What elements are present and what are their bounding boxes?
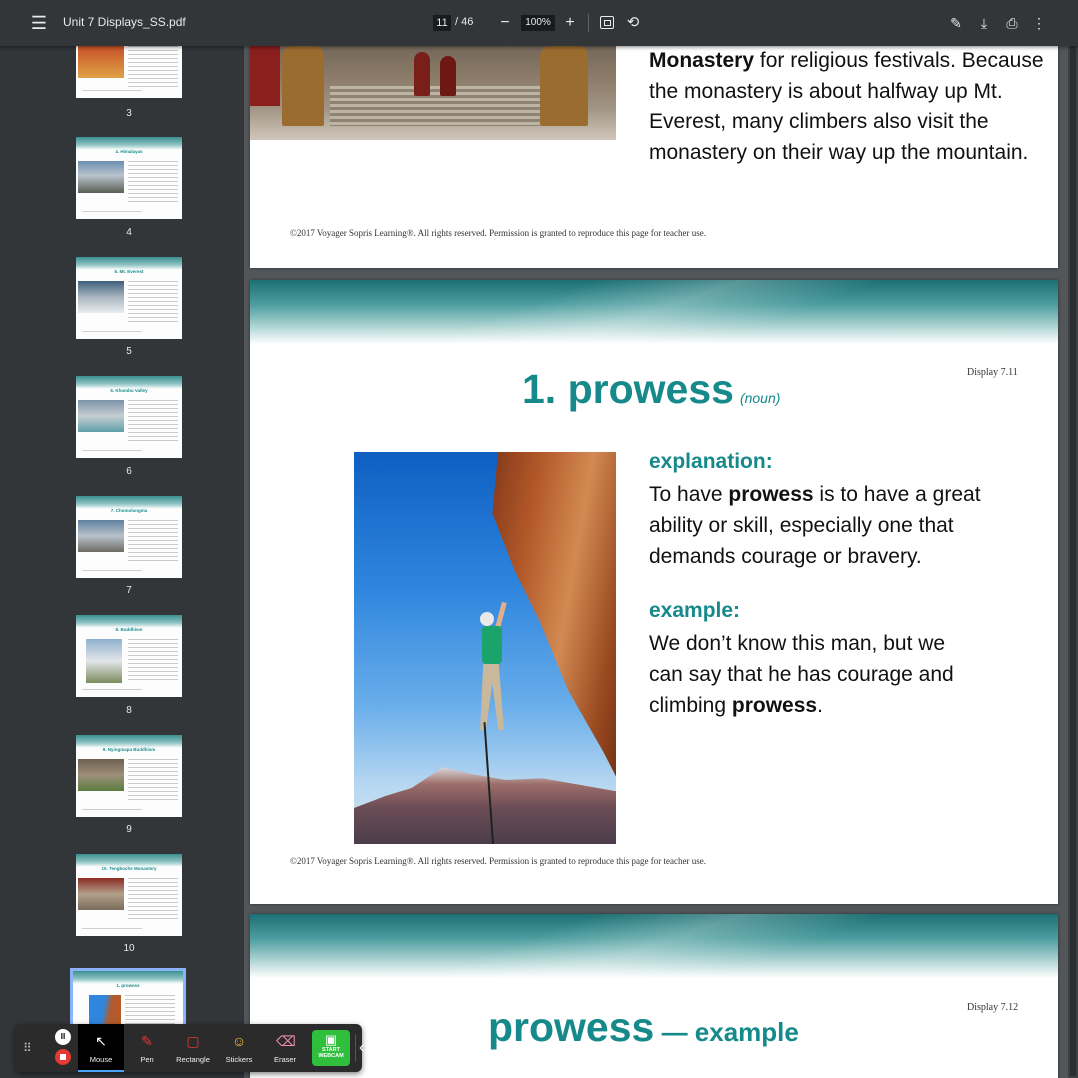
vocabulary-word: 1. prowess (noun) (522, 366, 781, 412)
page-body-text: Monastery for religious festivals. Becau… (649, 49, 1044, 164)
thumbnail-title: 8. Buddhism (115, 627, 143, 632)
copyright-footer: ©2017 Voyager Sopris Learning®. All righ… (290, 856, 706, 866)
teal-banner (250, 280, 1058, 344)
explanation-label: explanation: (649, 450, 773, 473)
thumbnail-title: 4. Himalayas (115, 149, 143, 154)
example-label: example: (649, 599, 741, 622)
file-title: Unit 7 Displays_SS.pdf (63, 15, 186, 29)
display-number: Display 7.12 (967, 1002, 1019, 1013)
vertical-scrollbar[interactable] (1068, 46, 1078, 1078)
thumbnail-page-4[interactable]: 4. Himalayas (76, 137, 182, 219)
pdf-page-10: Monastery for religious festivals. Becau… (250, 46, 1058, 268)
pdf-viewer[interactable]: Monastery for religious festivals. Becau… (244, 46, 1078, 1078)
thumbnail-page-9[interactable]: 9. Nyingmapa Buddhism (76, 735, 182, 817)
thumbnail-number: 10 (123, 943, 135, 954)
zoom-in-button[interactable]: + (561, 12, 579, 34)
display-number: Display 7.11 (967, 367, 1018, 378)
thumbnail-title: 6. Khumbu Valley (110, 388, 148, 393)
thumbnail-title: 1. prowess (116, 983, 140, 988)
pause-recording-button[interactable]: II (55, 1029, 71, 1045)
download-icon[interactable]: ⤓ (974, 12, 994, 34)
monastery-photo (250, 46, 616, 140)
pdf-page-11: Display 7.11 1. prowess (noun) explanatio… (250, 280, 1058, 904)
example-text: We don’t know this man, but we can say t… (649, 632, 954, 717)
eraser-tool-button[interactable]: ⌫ Eraser (262, 1024, 308, 1072)
webcam-icon: ▣ (324, 1032, 338, 1047)
explanation-text: To have prowess is to have a great abili… (649, 483, 981, 568)
thumbnail-title: 5. Mt. Everest (114, 269, 144, 274)
thumbnail-number: 4 (126, 227, 132, 238)
thumbnail-title: 9. Nyingmapa Buddhism (102, 747, 156, 752)
annotation-toolbar: ⠿ II ↖ Mouse ✎ Pen ▢ Rectangle ☺ Sticker… (15, 1024, 364, 1072)
thumbnail-number: 9 (126, 824, 132, 835)
thumbnail-title: 7. Chomolungma (110, 508, 148, 513)
toolbar-divider (588, 14, 589, 32)
thumbnail-page-5[interactable]: 5. Mt. Everest (76, 257, 182, 339)
mouse-tool-button[interactable]: ↖ Mouse (78, 1024, 124, 1072)
thumbnail-page-6[interactable]: 6. Khumbu Valley (76, 376, 182, 458)
more-options-icon[interactable]: ⋮ (1029, 12, 1049, 34)
fit-page-icon[interactable] (600, 16, 614, 29)
pdf-toolbar: ☰ Unit 7 Displays_SS.pdf 11 / 46 − 100% … (0, 0, 1078, 46)
zoom-out-button[interactable]: − (496, 12, 514, 34)
collapse-chevron-icon[interactable]: ‹ (359, 1036, 364, 1060)
drag-handle-icon[interactable]: ⠿ (23, 1038, 33, 1058)
start-webcam-button[interactable]: ▣ START WEBCAM (312, 1030, 350, 1066)
toolbar-divider (355, 1034, 356, 1062)
mouse-pointer-icon: ↖ (95, 1033, 107, 1049)
stickers-tool-button[interactable]: ☺ Stickers (216, 1024, 262, 1072)
copyright-footer: ©2017 Voyager Sopris Learning®. All righ… (290, 228, 706, 238)
part-of-speech: (noun) (739, 390, 781, 406)
menu-icon[interactable]: ☰ (28, 12, 50, 34)
thumbnail-number: 7 (126, 585, 132, 596)
thumbnail-number: 6 (126, 466, 132, 477)
stop-recording-button[interactable] (55, 1049, 71, 1065)
pen-tool-button[interactable]: ✎ Pen (124, 1024, 170, 1072)
thumbnail-number: 3 (126, 108, 132, 119)
thumbnail-page-7[interactable]: 7. Chomolungma (76, 496, 182, 578)
thumbnail-number: 8 (126, 705, 132, 716)
pen-icon: ✎ (141, 1033, 153, 1049)
rock-climber-photo (354, 452, 616, 844)
page-number-input[interactable]: 11 (433, 15, 451, 31)
page-heading: prowess — example (488, 1004, 799, 1050)
thumbnail-title: 10. Tengboche Monastery (101, 866, 157, 871)
page-total: / 46 (455, 16, 474, 28)
eraser-icon: ⌫ (276, 1033, 296, 1049)
print-icon[interactable]: ⎙ (1002, 12, 1022, 34)
teal-banner (250, 914, 1058, 978)
thumbnail-page-10[interactable]: 10. Tengboche Monastery (76, 854, 182, 936)
thumbnail-number: 5 (126, 346, 132, 357)
thumbnail-page-8[interactable]: 8. Buddhism (76, 615, 182, 697)
rectangle-icon: ▢ (186, 1033, 200, 1049)
rectangle-tool-button[interactable]: ▢ Rectangle (170, 1024, 216, 1072)
thumbnail-sidebar: 3 4. Himalayas 4 5. Mt. Everest 5 6. Khu… (0, 46, 244, 1078)
thumbnail-page-3[interactable] (76, 46, 182, 98)
edit-pen-icon[interactable]: ✎ (946, 12, 966, 34)
rotate-icon[interactable]: ⟲ (624, 13, 642, 33)
sticker-icon: ☺ (231, 1033, 247, 1049)
pdf-page-12: Display 7.12 prowess — example (250, 914, 1058, 1078)
zoom-level-input[interactable]: 100% (521, 15, 555, 31)
